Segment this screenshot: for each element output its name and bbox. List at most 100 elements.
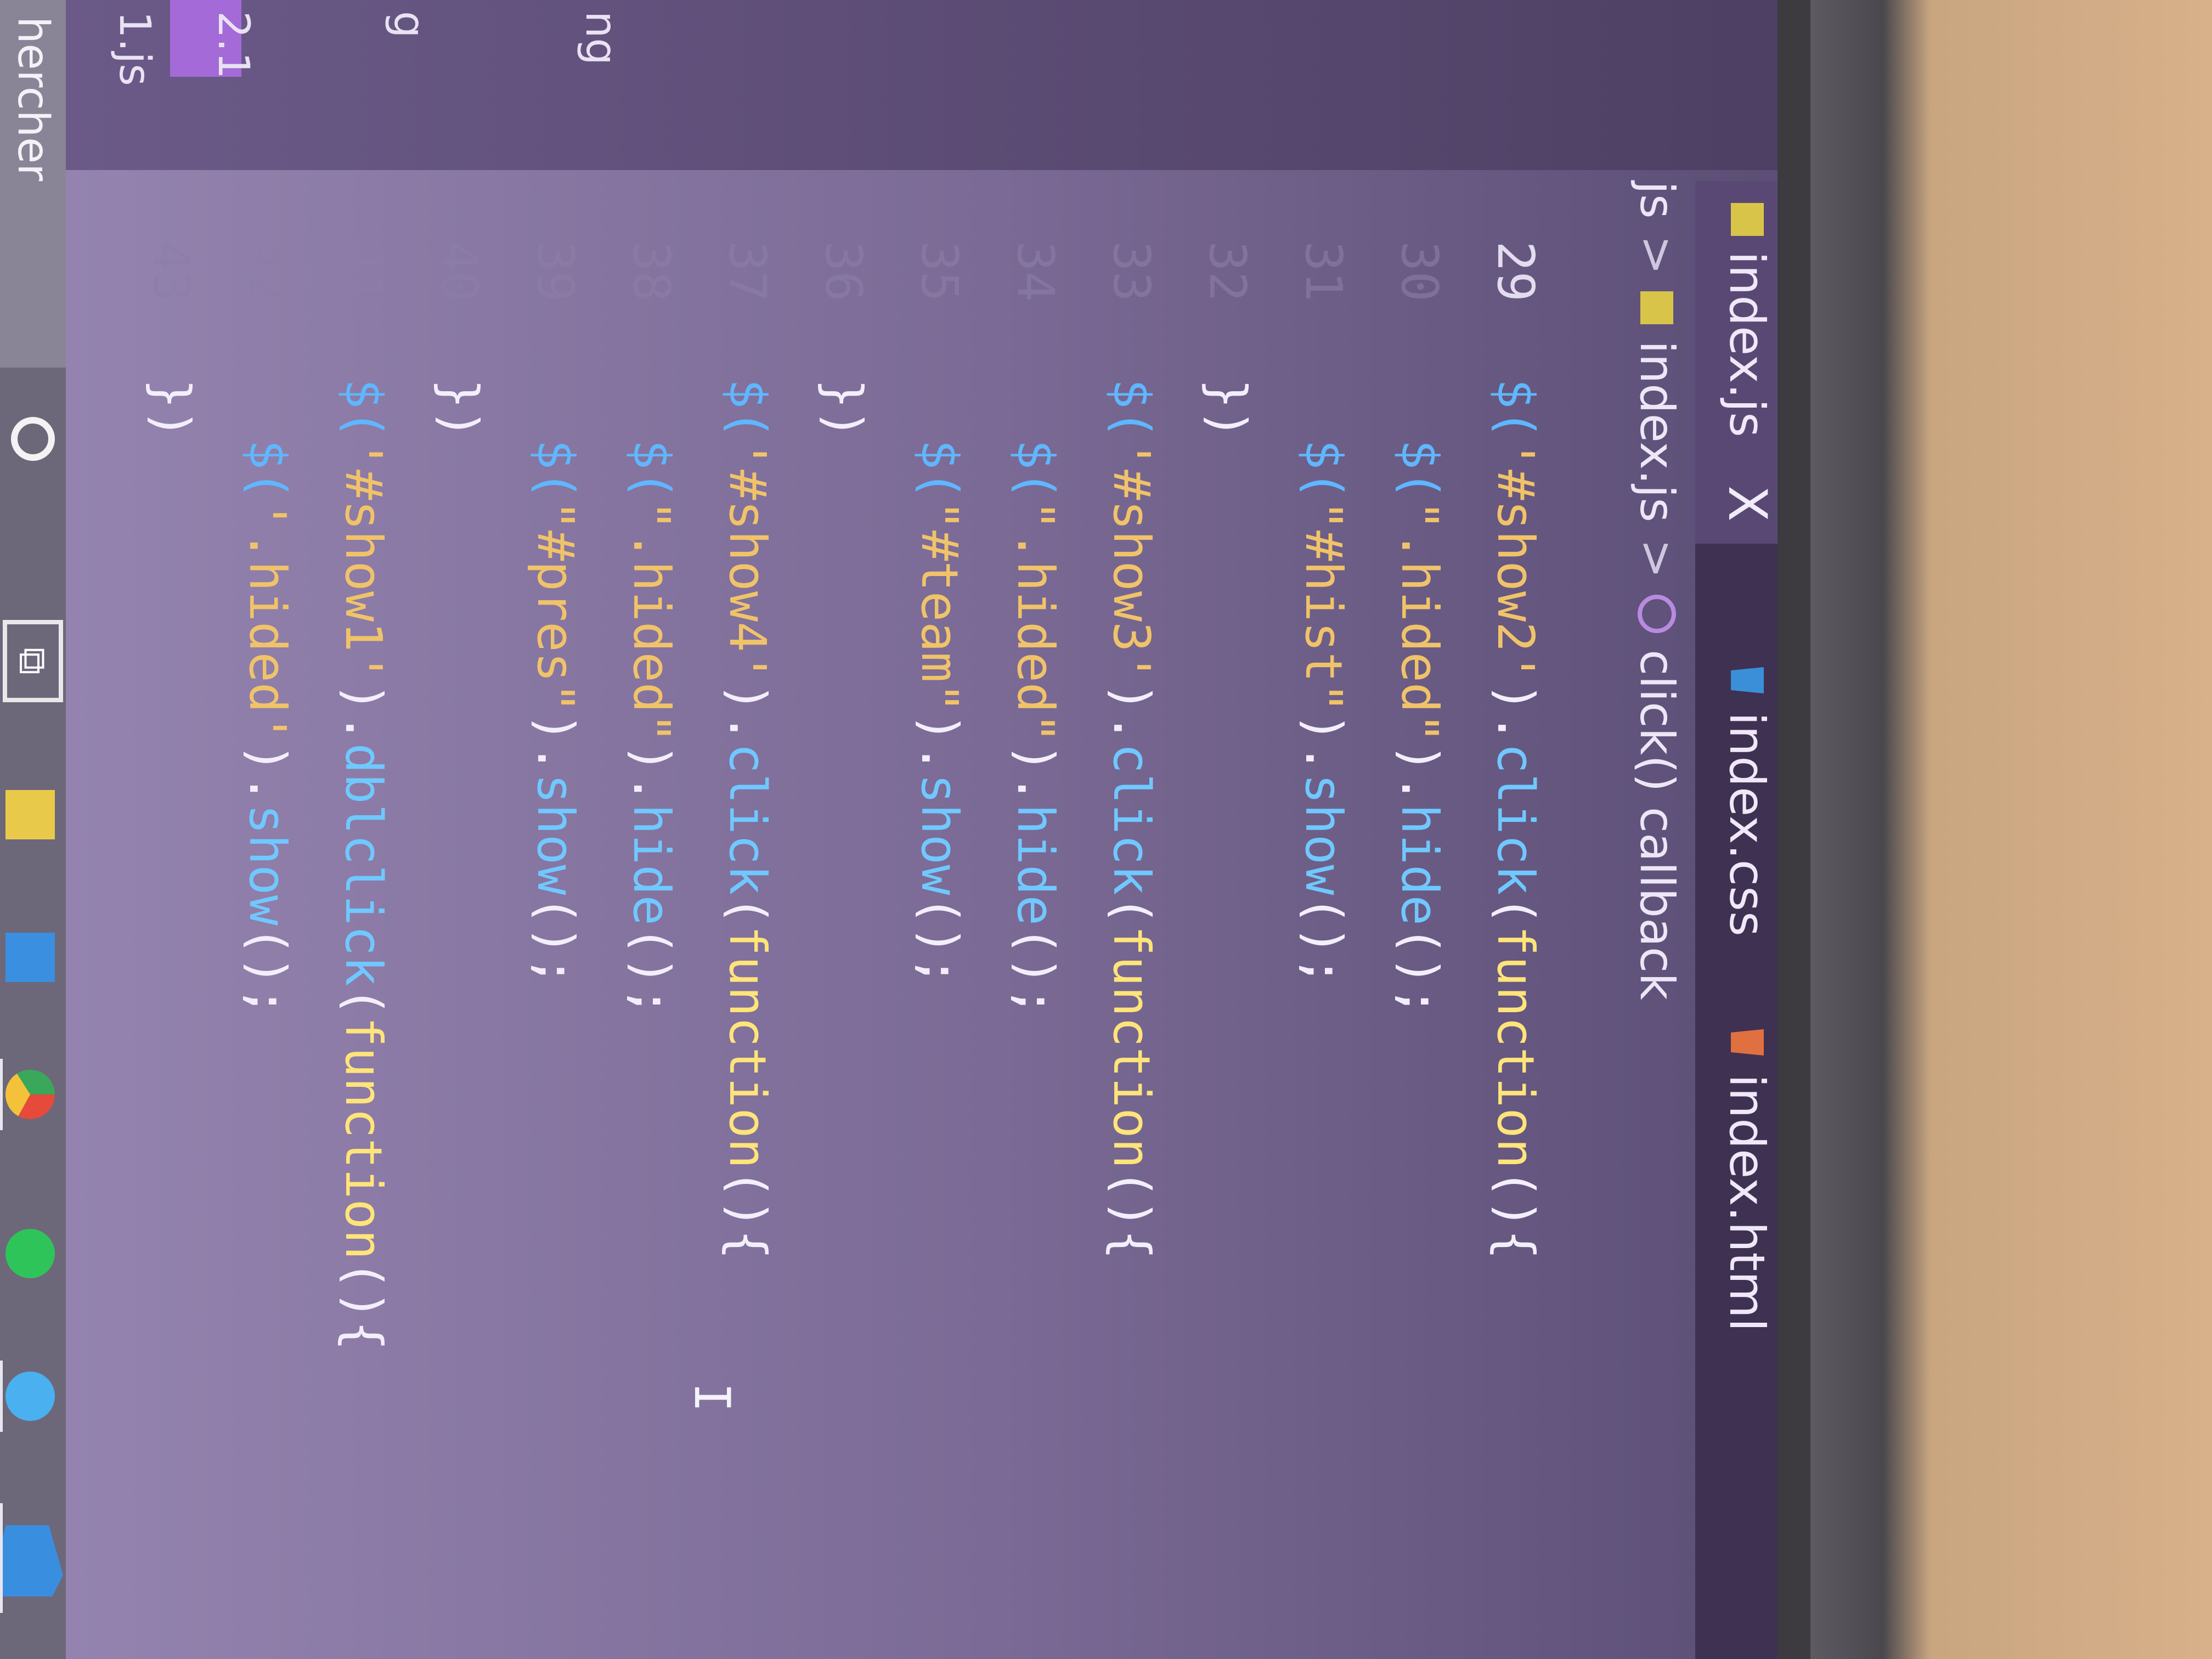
taskbar-search-box[interactable]: hercher — [0, 0, 66, 368]
file-explorer-icon[interactable] — [5, 790, 55, 839]
line-number: 34 — [1006, 241, 1065, 302]
code-token: ). — [334, 682, 393, 743]
code-token: ). — [622, 743, 681, 804]
code-token: }) — [1198, 379, 1257, 439]
code-token: (){ — [334, 1260, 393, 1351]
code-token: $( — [238, 379, 297, 500]
sidebar-item[interactable]: g — [384, 11, 433, 38]
code-text: $("#team").show(); — [891, 379, 988, 986]
code-token: $( — [622, 379, 681, 500]
code-token: ). — [910, 713, 969, 774]
code-token: '#show3' — [1102, 439, 1161, 682]
line-number: 40 — [430, 241, 489, 302]
code-token: ). — [238, 743, 297, 804]
code-text: $(".hided").hide(); — [1372, 379, 1468, 1017]
code-token: (){ — [1486, 1169, 1545, 1260]
line-number: 33 — [1102, 241, 1161, 302]
code-token: click — [718, 743, 777, 895]
code-token: hide — [1390, 804, 1449, 926]
code-text: }) — [411, 379, 507, 439]
running-app-indicator — [0, 1503, 3, 1613]
code-token: show — [910, 774, 969, 895]
code-token: (); — [910, 895, 969, 986]
code-token: "#hist" — [1294, 500, 1353, 713]
code-token: $( — [1102, 379, 1161, 439]
code-token: (); — [1390, 926, 1449, 1017]
code-token: "#team" — [910, 500, 969, 713]
edge-icon[interactable] — [5, 1372, 55, 1421]
line-number: 42 — [238, 241, 297, 302]
line-number: 41 — [334, 241, 393, 302]
code-token: ( — [1102, 895, 1161, 926]
spotify-icon[interactable] — [5, 1229, 55, 1278]
css-file-icon — [1731, 664, 1764, 697]
line-number: 29 — [1486, 241, 1545, 302]
breadcrumb-separator: > — [1629, 235, 1684, 275]
sidebar-item[interactable]: 2.1 — [208, 11, 258, 79]
code-token: }) — [430, 379, 489, 439]
code-token: ). — [1486, 682, 1545, 743]
code-text: $(".hided").hide(); — [988, 379, 1084, 1017]
monitor-screen: ng g 2.1 1.js index.js X index.css index… — [0, 0, 1810, 1659]
line-number: 38 — [622, 241, 681, 302]
code-token: $( — [1390, 379, 1449, 500]
code-token: ".hided" — [1006, 500, 1065, 743]
code-token: '#show1' — [334, 439, 393, 682]
code-text: }) — [1180, 379, 1276, 439]
sidebar-item[interactable]: 1.js — [110, 11, 159, 86]
breadcrumb-file[interactable]: index.js — [1629, 341, 1684, 522]
code-token: hide — [1006, 804, 1065, 926]
code-token: ".hided" — [1390, 500, 1449, 743]
code-token: ). — [1294, 713, 1353, 774]
line-number: 37 — [718, 241, 777, 302]
js-file-icon — [1640, 291, 1673, 324]
monitor-bezel — [1778, 0, 1810, 1659]
code-text: $('#show2').click(function(){ — [1468, 379, 1564, 1260]
running-app-indicator — [0, 1361, 3, 1432]
line-number: 39 — [526, 241, 585, 302]
code-token: (){ — [1102, 1169, 1161, 1260]
code-token: (); — [526, 895, 585, 986]
code-token: ). — [1390, 743, 1449, 804]
running-app-indicator — [0, 1059, 3, 1130]
code-token: hide — [622, 804, 681, 926]
code-token: ). — [718, 682, 777, 743]
code-text: $(".hided").hide(); — [603, 379, 699, 1017]
tab-label: index.html — [1719, 1074, 1776, 1332]
breadcrumb-folder[interactable]: js — [1629, 181, 1684, 219]
code-text: }) — [795, 379, 891, 439]
breadcrumb-symbol[interactable]: click() callback — [1629, 650, 1684, 1000]
close-icon[interactable]: X — [1717, 486, 1778, 522]
code-text: $("#hist").show(); — [1276, 379, 1372, 986]
code-token: show — [1294, 774, 1353, 895]
code-token: }) — [814, 379, 873, 439]
code-token: click — [1486, 743, 1545, 895]
line-number: 35 — [910, 241, 969, 302]
code-token: ). — [1006, 743, 1065, 804]
code-text: $('#show3').click(function(){ — [1084, 379, 1180, 1260]
sidebar-item[interactable]: ng — [576, 11, 625, 65]
code-token: (); — [1006, 926, 1065, 1017]
tab-label: index.js — [1719, 251, 1776, 438]
code-text: $('.hided').show(); — [219, 379, 315, 1017]
code-token: '#show4' — [718, 439, 777, 682]
task-view-icon[interactable]: ⧉ — [3, 620, 63, 702]
code-text: $('#show1').dblclick(function(){ — [315, 379, 411, 1351]
code-editor[interactable]: 29 $('#show2').click(function(){30 $(".hi… — [142, 181, 1613, 1607]
code-token: $( — [1006, 379, 1065, 500]
chrome-icon[interactable] — [5, 1070, 55, 1119]
code-token: '.hided' — [238, 500, 297, 743]
code-text: }) — [123, 379, 219, 439]
line-number: 43 — [142, 241, 201, 302]
code-token: click — [1102, 743, 1161, 895]
line-number: 30 — [1390, 241, 1449, 302]
js-file-icon — [1731, 203, 1764, 236]
line-number: 32 — [1198, 241, 1257, 302]
code-token: $( — [718, 379, 777, 439]
explorer-sidebar: ng g 2.1 1.js — [66, 0, 1810, 170]
tab-label: index.css — [1719, 712, 1776, 936]
store-icon[interactable] — [5, 933, 55, 982]
cortana-icon[interactable] — [11, 417, 55, 461]
html-file-icon — [1731, 1026, 1764, 1059]
breadcrumb-separator: > — [1629, 539, 1684, 579]
